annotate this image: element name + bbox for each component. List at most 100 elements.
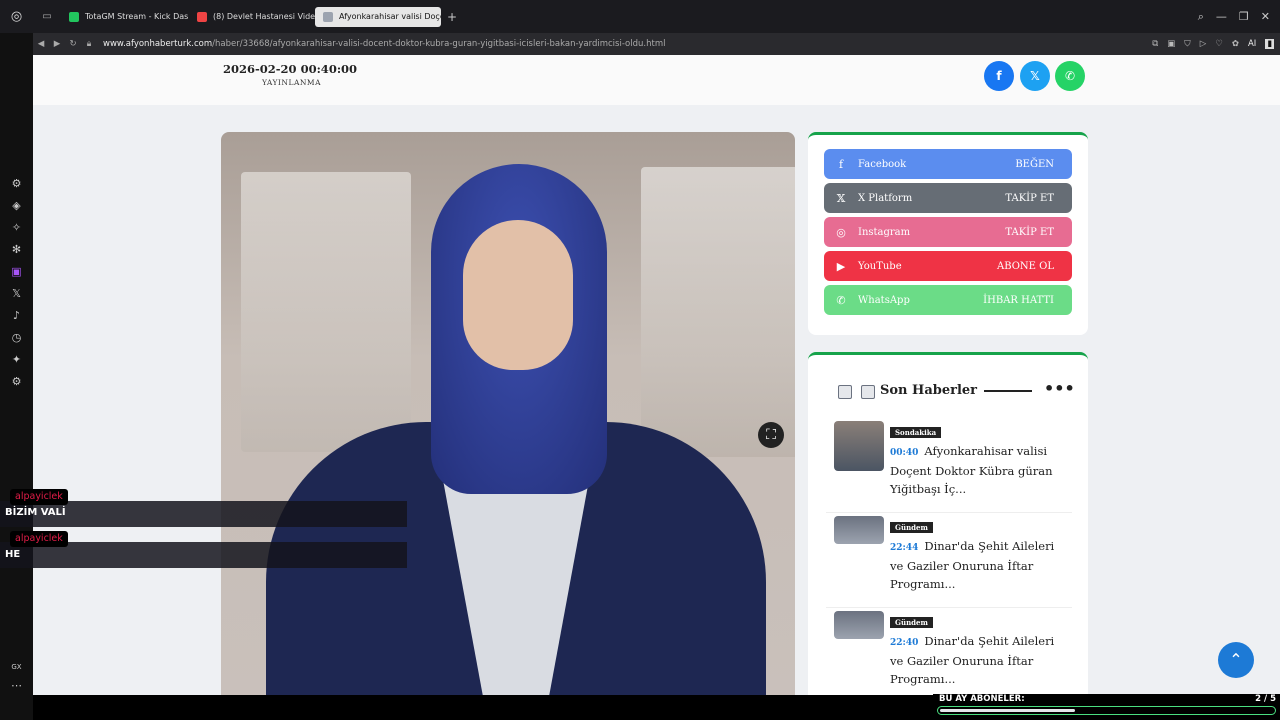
ai-button[interactable]: AI <box>1248 39 1256 49</box>
social-action: TAKİP ET <box>1005 192 1054 204</box>
close-icon[interactable]: ✕ <box>1261 10 1270 23</box>
lock-icon[interactable]: 🔒︎ <box>81 39 97 49</box>
fullscreen-icon[interactable]: ⛶ <box>758 422 784 448</box>
social-name: X Platform <box>858 192 913 204</box>
social-x-button[interactable]: 𝕏 X Platform TAKİP ET <box>824 183 1072 213</box>
forward-icon[interactable]: ▶ <box>49 39 65 49</box>
tab-kick[interactable]: TotaGM Stream - Kick Das <box>61 7 189 27</box>
browser-logo-icon[interactable]: ◎ <box>0 9 33 24</box>
youtube-icon: ▶ <box>836 259 846 273</box>
player-icon[interactable]: ♪ <box>8 307 26 325</box>
publish-label: YAYINLANMA <box>262 78 322 87</box>
web-page: 2026-02-20 00:40:00 YAYINLANMA f 𝕏 ✆ ⛶ f… <box>33 55 1280 695</box>
play-icon[interactable]: ▷ <box>1200 39 1207 49</box>
news-category-badge: Gündem <box>890 522 933 533</box>
latest-news-card: Son Haberler ••• Sondakika 00:40 Afyonkar… <box>808 352 1088 695</box>
more-options-icon[interactable]: ••• <box>1044 379 1075 398</box>
chat-message-text: BİZİM VALİ <box>5 507 66 518</box>
music-icon[interactable]: ✻ <box>8 241 26 259</box>
scroll-to-top-button[interactable]: ⌃ <box>1218 642 1254 678</box>
tab-youtube[interactable]: (8) Devlet Hastanesi Vide <box>189 7 315 27</box>
tab-label: (8) Devlet Hastanesi Vide <box>213 12 315 21</box>
news-thumbnail[interactable] <box>834 611 884 639</box>
subscriber-progress-fill <box>940 709 1075 712</box>
minimize-icon[interactable]: — <box>1216 10 1227 23</box>
news-headline[interactable]: 22:40 Dinar'da Şehit Aileleri ve Gaziler … <box>890 632 1070 688</box>
article-meta: 2026-02-20 00:40:00 YAYINLANMA f 𝕏 ✆ <box>33 55 1280 105</box>
news-time: 22:40 <box>890 638 919 648</box>
social-name: Facebook <box>858 158 907 170</box>
maximize-icon[interactable]: ❐ <box>1239 10 1249 23</box>
tab-sidebar-icon[interactable]: ▭ <box>33 11 61 22</box>
whatsapp-icon: ✆ <box>1064 69 1076 83</box>
shield-icon[interactable]: ⛉ <box>1184 39 1190 49</box>
bookmarks-icon[interactable]: ✦ <box>8 351 26 369</box>
news-item[interactable]: Gündem 22:44 Dinar'da Şehit Aileleri ve G… <box>826 516 1072 608</box>
social-facebook-button[interactable]: f Facebook BEĞEN <box>824 149 1072 179</box>
gx-corner-icon[interactable]: ◈ <box>8 197 26 215</box>
left-sidebar: ⚙ ◈ ✧ ✻ ▣ 𝕏 ♪ ◷ ✦ ⚙ <box>0 33 33 720</box>
instagram-icon: ◎ <box>836 225 846 239</box>
news-thumbnail[interactable] <box>834 516 884 544</box>
more-icon[interactable]: ⋯ <box>0 679 33 692</box>
new-tab-button[interactable]: + <box>447 10 457 24</box>
social-follow-card: f Facebook BEĞEN 𝕏 X Platform TAKİP ET ◎… <box>808 132 1088 335</box>
extension-icon[interactable]: ⧉ <box>1152 39 1158 49</box>
subscriber-goal-label: BU AY ABONELER: <box>939 694 1025 704</box>
x-icon[interactable]: 𝕏 <box>8 285 26 303</box>
social-youtube-button[interactable]: ▶ YouTube ABONE OL <box>824 251 1072 281</box>
social-action: BEĞEN <box>1015 158 1054 170</box>
chevron-up-icon: ⌃ <box>1229 650 1243 669</box>
url-domain: www.afyonhaberturk.com <box>103 39 213 49</box>
social-action: İHBAR HATTI <box>983 294 1054 306</box>
tab-label: Afyonkarahisar valisi Doçe <box>339 12 441 21</box>
search-icon[interactable]: ⌕ <box>1198 10 1204 24</box>
address-bar: ◀ ▶ ↻ 🔒︎ www.afyonhaberturk.com/haber/33… <box>33 33 1280 55</box>
share-facebook-button[interactable]: f <box>984 61 1014 91</box>
url-field[interactable]: www.afyonhaberturk.com/haber/33668/afyon… <box>103 39 665 49</box>
news-category-badge: Gündem <box>890 617 933 628</box>
kick-icon <box>69 11 79 22</box>
tab-label: TotaGM Stream - Kick Das <box>85 12 189 21</box>
social-action: ABONE OL <box>996 260 1054 272</box>
tab-afyonhaberturk[interactable]: Afyonkarahisar valisi Doçe <box>315 6 441 27</box>
subscriber-goal: BU AY ABONELER: 2 / 5 <box>933 694 1280 720</box>
browser-tab-bar: ◎ ▭ TotaGM Stream - Kick Das (8) Devlet … <box>0 0 1280 33</box>
x-icon: 𝕏 <box>836 191 846 205</box>
news-time: 22:44 <box>890 543 919 553</box>
heart-icon[interactable]: ♡ <box>1215 39 1223 49</box>
social-name: YouTube <box>858 260 902 272</box>
left-rail-bottom: GX ⋯ <box>0 660 33 720</box>
site-icon <box>323 11 333 22</box>
subscriber-progress-track <box>937 706 1276 715</box>
gx-control-icon[interactable]: ⚙ <box>8 175 26 193</box>
settings-icon[interactable]: ⚙ <box>8 373 26 391</box>
social-whatsapp-button[interactable]: ✆ WhatsApp İHBAR HATTI <box>824 285 1072 315</box>
news-headline[interactable]: 00:40 Afyonkarahisar valisi Doçent Doktor… <box>890 442 1070 498</box>
screenshot-icon[interactable]: ▣ <box>1167 39 1175 49</box>
facebook-icon: f <box>996 69 1002 83</box>
whatsapp-icon: ✆ <box>836 293 846 307</box>
background-portrait <box>241 172 411 452</box>
news-item[interactable]: Sondakika 00:40 Afyonkarahisar valisi Doç… <box>826 421 1072 513</box>
twitch-icon[interactable]: ▣ <box>8 263 26 281</box>
mods-icon[interactable]: ✿ <box>1232 39 1239 49</box>
history-icon[interactable]: ◷ <box>8 329 26 347</box>
x-icon: 𝕏 <box>1030 69 1040 83</box>
share-whatsapp-button[interactable]: ✆ <box>1055 61 1085 91</box>
gx-cleaner-icon[interactable]: ✧ <box>8 219 26 237</box>
youtube-icon <box>197 11 207 22</box>
news-headline[interactable]: 22:44 Dinar'da Şehit Aileleri ve Gaziler … <box>890 537 1070 593</box>
reload-icon[interactable]: ↻ <box>65 39 81 49</box>
news-thumbnail[interactable] <box>834 421 884 471</box>
title-divider <box>984 390 1032 392</box>
sidebar-toggle-icon[interactable]: ▮ <box>1265 39 1274 49</box>
article-image: ⛶ <box>221 132 795 695</box>
social-instagram-button[interactable]: ◎ Instagram TAKİP ET <box>824 217 1072 247</box>
chat-message-text: HE <box>5 549 21 560</box>
news-item[interactable]: Gündem 22:40 Dinar'da Şehit Aileleri ve G… <box>826 611 1072 695</box>
chat-username: alpayiclek <box>10 531 68 547</box>
share-x-button[interactable]: 𝕏 <box>1020 61 1050 91</box>
back-icon[interactable]: ◀ <box>33 39 49 49</box>
url-path: /haber/33668/afyonkarahisar-valisi-docen… <box>212 39 666 49</box>
